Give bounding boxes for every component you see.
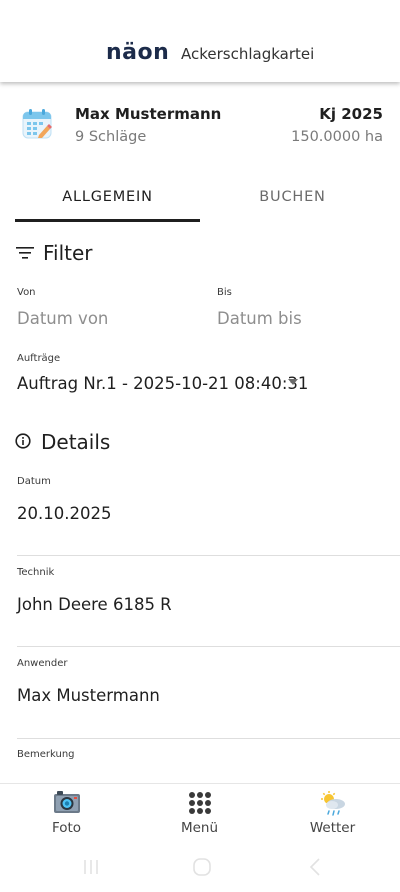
date-value[interactable]: 20.10.2025 [17, 503, 111, 525]
calendar-icon [22, 109, 52, 139]
operator-label: Anwender [17, 658, 68, 669]
app-title: Ackerschlagkartei [181, 45, 315, 63]
app-header: näon Ackerschlagkartei [0, 0, 400, 82]
date-from-label: Von [17, 287, 36, 298]
nav-menu[interactable] [133, 790, 266, 820]
active-tab-indicator [15, 219, 200, 222]
brand-logo: näon [106, 40, 170, 65]
tab-allgemein[interactable]: ALLGEMEIN [15, 185, 200, 221]
remark-label: Bemerkung [17, 749, 75, 760]
nav-wetter[interactable] [266, 790, 399, 822]
details-title: Details [41, 430, 111, 454]
date-label: Datum [17, 476, 51, 487]
weather-icon [320, 791, 345, 816]
camera-icon [53, 791, 80, 813]
divider [17, 738, 400, 739]
machine-value[interactable]: John Deere 6185 R [17, 594, 172, 616]
filter-icon [16, 247, 34, 259]
date-to-label: Bis [217, 287, 232, 298]
tab-buchen[interactable]: BUCHEN [200, 185, 385, 221]
nav-foto[interactable] [0, 790, 133, 818]
dropdown-arrow-icon[interactable] [288, 379, 298, 385]
date-from-input[interactable]: Datum von [17, 308, 108, 330]
divider [17, 646, 400, 647]
farm-owner-name: Max Mustermann [75, 105, 222, 123]
orders-select[interactable]: Auftrag Nr.1 - 2025-10-21 08:40:31 [17, 373, 308, 395]
machine-label: Technik [17, 567, 55, 578]
recent-apps-icon[interactable] [82, 858, 100, 876]
crop-year: Kj 2025 [319, 105, 383, 123]
field-count: 9 Schläge [75, 129, 147, 145]
total-area: 150.0000 ha [291, 129, 383, 145]
operator-value[interactable]: Max Mustermann [17, 685, 160, 707]
grid-menu-icon [188, 792, 211, 814]
nav-menu-label: Menü [180, 820, 219, 836]
system-navigation-bar [0, 845, 400, 892]
divider [17, 555, 400, 556]
orders-label: Aufträge [17, 353, 61, 364]
nav-wetter-label: Wetter [309, 820, 356, 836]
nav-foto-label: Foto [51, 820, 82, 836]
date-to-input[interactable]: Datum bis [217, 308, 302, 330]
filter-title: Filter [43, 241, 93, 265]
back-icon[interactable] [307, 857, 323, 877]
home-icon[interactable] [192, 857, 212, 877]
info-icon [15, 433, 31, 449]
